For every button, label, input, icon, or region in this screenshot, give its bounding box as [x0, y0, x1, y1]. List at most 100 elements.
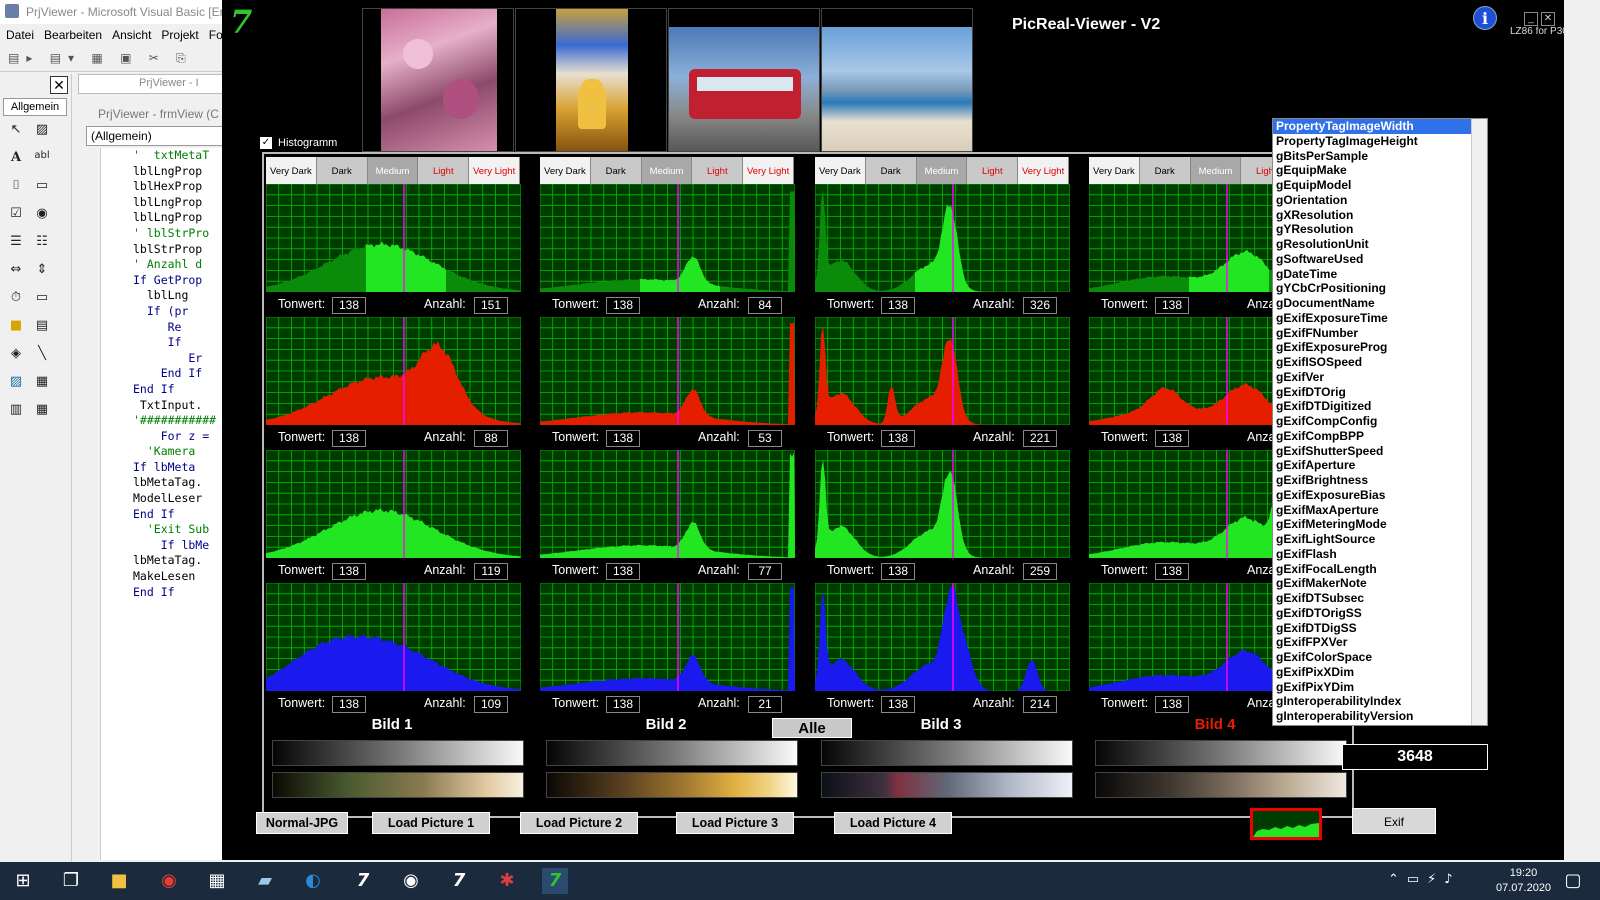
property-tag-item[interactable]: gSoftwareUsed	[1273, 252, 1487, 267]
file-explorer-icon[interactable]: ■	[106, 868, 132, 894]
property-tag-item[interactable]: gExifExposureTime	[1273, 311, 1487, 326]
code-editor[interactable]: ' txtMetaT lblLngProp lblHexProp lblLngProp…	[100, 148, 226, 860]
property-tag-item[interactable]: PropertyTagImageHeight	[1273, 134, 1487, 149]
notification-icon[interactable]: ▢	[1560, 868, 1586, 894]
histogram-chart[interactable]	[815, 583, 1070, 691]
property-tag-item[interactable]: gExifLightSource	[1273, 532, 1487, 547]
task-view-icon[interactable]: ❐	[58, 868, 84, 894]
property-tag-list[interactable]: PropertyTagImageWidth PropertyTagImageHei…	[1272, 118, 1488, 726]
pointer-tool-icon[interactable]: ↖	[6, 122, 26, 140]
property-tag-item[interactable]: gEquipMake	[1273, 163, 1487, 178]
tone-button[interactable]: Medium	[1190, 157, 1242, 187]
property-tag-item[interactable]: gEquipModel	[1273, 178, 1487, 193]
histogram-chart[interactable]	[540, 184, 795, 292]
histogram-chart[interactable]	[815, 184, 1070, 292]
combobox-tool-icon[interactable]: ☰	[6, 234, 26, 252]
bild-label[interactable]: Bild 3	[901, 716, 981, 736]
property-tag-item[interactable]: gExifAperture	[1273, 458, 1487, 473]
tone-button[interactable]: Light	[418, 157, 470, 187]
thumbnail-2[interactable]	[515, 8, 667, 152]
frame-tool-icon[interactable]: ⌷	[6, 178, 26, 196]
thumbnail-4[interactable]	[821, 8, 973, 152]
hscroll-tool-icon[interactable]: ⇔	[6, 262, 26, 280]
picreal-taskbar-icon[interactable]: 7	[542, 868, 568, 894]
vb-menu-item[interactable]: Projekt	[155, 26, 202, 42]
property-tag-item[interactable]: gExifDTDigitized	[1273, 399, 1487, 414]
drivelist-tool-icon[interactable]: ▭	[32, 290, 52, 308]
tone-button[interactable]: Dark	[316, 157, 368, 187]
tone-button[interactable]: Dark	[865, 157, 917, 187]
tone-button[interactable]: Very Dark	[540, 157, 591, 187]
histogram-chart[interactable]	[540, 317, 795, 425]
line-tool-icon[interactable]: ╲	[32, 346, 52, 364]
app-globe-icon[interactable]: ◐	[300, 868, 326, 894]
load-button[interactable]: Load Picture 2	[520, 812, 638, 834]
property-tag-item[interactable]: gOrientation	[1273, 193, 1487, 208]
tone-button[interactable]: Medium	[367, 157, 419, 187]
property-tag-item[interactable]: gExifFlash	[1273, 547, 1487, 562]
load-button[interactable]: Load Picture 1	[372, 812, 490, 834]
load-button[interactable]: Normal-JPG	[256, 812, 348, 834]
histogram-chart[interactable]	[815, 317, 1070, 425]
property-tag-item[interactable]: gExifBrightness	[1273, 473, 1487, 488]
property-tag-item[interactable]: gExifFocalLength	[1273, 562, 1487, 577]
system-tray-icons[interactable]: ⌃▭⚡♪	[1388, 872, 1461, 887]
property-tag-item[interactable]: gResolutionUnit	[1273, 237, 1487, 252]
vb-menu-item[interactable]: Datei	[0, 26, 38, 42]
thumbnail-1[interactable]	[362, 8, 514, 152]
shape-tool-icon[interactable]: ◈	[6, 346, 26, 364]
property-tag-item[interactable]: gExifCompConfig	[1273, 414, 1487, 429]
vb-taskbar-icon[interactable]: ✱	[494, 868, 520, 894]
property-tag-item[interactable]: gInteroperabilityVersion	[1273, 709, 1487, 724]
property-tag-item[interactable]: gExifDTSubsec	[1273, 591, 1487, 606]
tone-button[interactable]: Dark	[590, 157, 642, 187]
close-icon[interactable]: ✕	[1541, 12, 1555, 26]
load-button[interactable]: Load Picture 3	[676, 812, 794, 834]
histogram-chart[interactable]	[540, 450, 795, 558]
label-tool-icon[interactable]: A	[6, 150, 26, 168]
info-icon[interactable]: i	[1473, 6, 1497, 30]
bild-label[interactable]: Bild 1	[352, 716, 432, 736]
object-combo[interactable]: (Allgemein)	[86, 126, 226, 146]
property-tag-item[interactable]: gExifDTOrigSS	[1273, 606, 1487, 621]
exif-button[interactable]: Exif	[1352, 808, 1436, 834]
histogram-chart[interactable]	[815, 450, 1070, 558]
calculator-icon[interactable]: ▦	[204, 868, 230, 894]
property-tag-item[interactable]: gInteroperabilityIndex	[1273, 694, 1487, 709]
ole-tool-icon[interactable]: ▥	[6, 402, 26, 420]
tone-button[interactable]: Dark	[1139, 157, 1191, 187]
clock[interactable]: 19:20 07.07.2020	[1496, 866, 1551, 896]
toolbox-close-icon[interactable]: ✕	[50, 76, 68, 94]
property-tag-item[interactable]: gExifMaxAperture	[1273, 503, 1487, 518]
property-tag-item[interactable]: PropertyTagImageWidth	[1273, 119, 1487, 134]
chrome-icon[interactable]: ◉	[156, 868, 182, 894]
notepad-icon[interactable]: ▰	[252, 868, 278, 894]
app-seven-icon-2[interactable]: 7	[446, 868, 472, 894]
tone-button[interactable]: Medium	[641, 157, 693, 187]
tone-button[interactable]: Very Dark	[1089, 157, 1140, 187]
minimize-icon[interactable]: _	[1524, 12, 1538, 26]
tone-button[interactable]: Medium	[916, 157, 968, 187]
optionbutton-tool-icon[interactable]: ◉	[32, 206, 52, 224]
histogram-chart[interactable]	[266, 184, 521, 292]
histogram-chart[interactable]	[266, 317, 521, 425]
property-tag-item[interactable]: gXResolution	[1273, 208, 1487, 223]
filelist-tool-icon[interactable]: ▤	[32, 318, 52, 336]
listbox-tool-icon[interactable]: ☷	[32, 234, 52, 252]
alle-button[interactable]: Alle	[772, 718, 852, 738]
tone-button[interactable]: Light	[692, 157, 744, 187]
property-tag-item[interactable]: gExifMakerNote	[1273, 576, 1487, 591]
property-tag-item[interactable]: gExifCompBPP	[1273, 429, 1487, 444]
app-seven-icon[interactable]: 7	[350, 868, 376, 894]
histogram-chart[interactable]	[266, 583, 521, 691]
textbox-tool-icon[interactable]: abl	[32, 150, 52, 168]
tone-button[interactable]: Very Light	[469, 157, 520, 187]
histogram-chart[interactable]	[540, 583, 795, 691]
histogram-chart[interactable]	[266, 450, 521, 558]
dirlist-tool-icon[interactable]: ■	[6, 318, 26, 336]
data-tool-icon[interactable]: ▦	[32, 374, 52, 392]
tone-button[interactable]: Very Light	[1018, 157, 1069, 187]
property-tag-item[interactable]: gExifExposureBias	[1273, 488, 1487, 503]
bild-label[interactable]: Bild 4	[1175, 716, 1255, 736]
property-tag-item[interactable]: gExifFPXVer	[1273, 635, 1487, 650]
